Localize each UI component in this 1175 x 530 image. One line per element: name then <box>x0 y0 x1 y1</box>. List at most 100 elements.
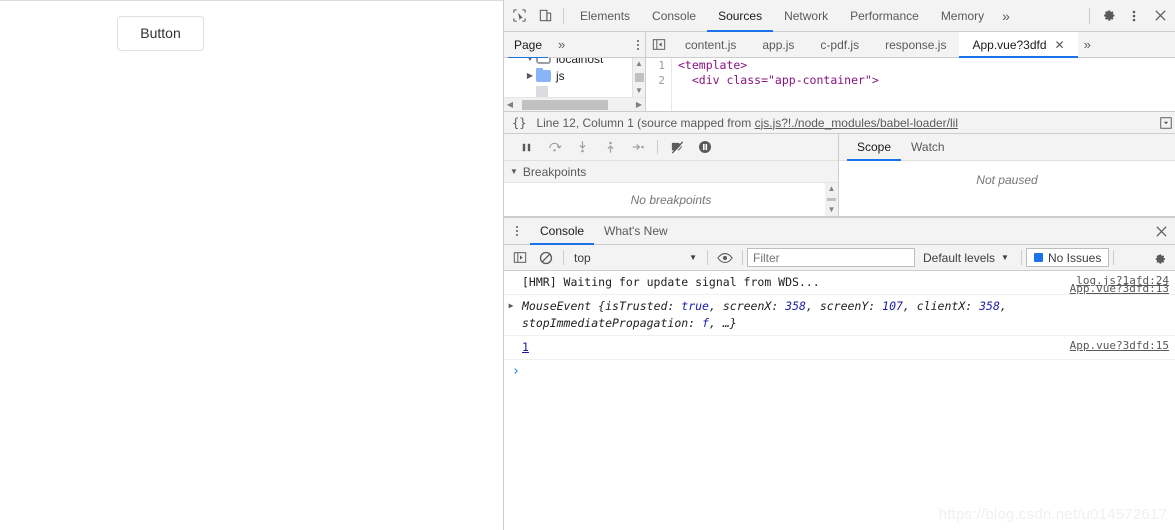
console-sidebar-icon[interactable] <box>507 247 533 269</box>
debugger-divider <box>657 140 658 154</box>
console-prompt-row[interactable]: › <box>504 360 1175 383</box>
scrollbar-thumb[interactable] <box>827 198 836 201</box>
code-line: <div class="app-container"> <box>678 73 879 87</box>
close-icon[interactable]: ✕ <box>1055 38 1065 52</box>
editor-tab-response-js[interactable]: response.js <box>872 32 959 57</box>
navigator-tab-page[interactable]: Page <box>507 38 549 59</box>
debugger-area: ▼ Breakpoints No breakpoints ▲ ▼ Scope W… <box>504 134 1175 217</box>
breakpoints-scrollbar[interactable]: ▲ ▼ <box>825 183 838 216</box>
console-message-source-link[interactable]: App.vue?3dfd:13 <box>1070 282 1169 295</box>
console-log-levels-select[interactable]: Default levels ▼ <box>915 251 1017 265</box>
issues-button[interactable]: No Issues <box>1025 248 1110 267</box>
tab-watch[interactable]: Watch <box>901 134 955 160</box>
gear-icon[interactable] <box>1095 3 1121 29</box>
console-message-object: MouseEvent {isTrusted: true, screenX: 35… <box>522 299 1007 330</box>
clear-console-icon[interactable] <box>533 247 559 269</box>
scope-watch-tabs: Scope Watch <box>839 134 1175 161</box>
breakpoints-empty-message: No breakpoints <box>630 192 712 207</box>
editor-tab-c-pdf-js[interactable]: c-pdf.js <box>807 32 872 57</box>
deactivate-breakpoints-icon[interactable] <box>663 136 691 158</box>
pretty-print-icon[interactable]: {} <box>512 116 526 130</box>
page-button[interactable]: Button <box>117 16 204 51</box>
tab-scope[interactable]: Scope <box>847 134 902 161</box>
gear-icon[interactable] <box>1146 247 1172 269</box>
tab-memory[interactable]: Memory <box>930 0 995 31</box>
console-prompt-caret-icon: › <box>512 364 520 379</box>
screenshot-root: Button Elements Console Sources Network … <box>0 0 1175 530</box>
breakpoints-section-header[interactable]: ▼ Breakpoints <box>504 161 838 183</box>
step-icon[interactable] <box>624 136 652 158</box>
close-icon[interactable] <box>1147 3 1173 29</box>
expand-arrow-icon[interactable]: ▶ <box>504 298 518 310</box>
console-toolbar-divider <box>563 250 564 265</box>
console-toolbar-divider-3 <box>742 250 743 265</box>
step-out-icon[interactable] <box>596 136 624 158</box>
editor-tabs-overflow-chevron-icon[interactable]: » <box>1078 32 1097 57</box>
devtools-panel: Elements Console Sources Network Perform… <box>503 0 1175 530</box>
device-toolbar-icon[interactable] <box>532 3 558 29</box>
tab-performance[interactable]: Performance <box>839 0 930 31</box>
code-content: <template> <div class="app-container"> <box>672 58 1175 111</box>
sources-panel: Page » ▼ localhost ▶ js ▲ ▼ ◀ ▶ content.… <box>504 32 1175 111</box>
devtools-drawer: Console What's New top ▼ Filter Default … <box>504 217 1175 530</box>
hscroll-thumb[interactable] <box>522 100 608 110</box>
tab-sources[interactable]: Sources <box>707 0 774 32</box>
prop-value: 358 <box>979 299 1000 313</box>
tab-overflow-chevron-icon[interactable]: » <box>995 0 1017 31</box>
drawer-tab-console[interactable]: Console <box>530 218 595 245</box>
inspect-element-icon[interactable] <box>506 3 532 29</box>
step-over-icon[interactable] <box>540 136 568 158</box>
show-navigator-icon[interactable] <box>646 32 672 57</box>
console-toolbar: top ▼ Default levels ▼ <box>504 245 1175 271</box>
navigator-overflow-chevron-icon[interactable]: » <box>558 37 565 52</box>
tree-item-partial[interactable] <box>504 84 645 97</box>
console-message-number[interactable]: 1 App.vue?3dfd:15 <box>504 336 1175 360</box>
debugger-toolbar <box>504 134 838 161</box>
editor-tab-content-js[interactable]: content.js <box>672 32 749 57</box>
navigator-kebab-menu-icon[interactable] <box>637 39 639 50</box>
editor-tab-app-js[interactable]: app.js <box>749 32 807 57</box>
devtools-main-toolbar: Elements Console Sources Network Perform… <box>504 0 1175 32</box>
tree-item-localhost[interactable]: ▼ localhost <box>504 58 645 67</box>
scroll-left-arrow-icon[interactable]: ◀ <box>504 100 516 109</box>
pause-script-icon[interactable] <box>512 136 540 158</box>
close-icon[interactable] <box>1147 218 1175 244</box>
kebab-menu-icon[interactable] <box>1121 3 1147 29</box>
code-editor-view[interactable]: 1 2 <template> <div class="app-container… <box>646 58 1175 111</box>
console-message-mouseevent[interactable]: ▶ MouseEvent {isTrusted: true, screenX: … <box>504 282 1175 336</box>
drawer-kebab-menu-icon[interactable] <box>504 218 530 244</box>
scrollbar-thumb[interactable] <box>634 73 644 82</box>
file-tree-horizontal-scrollbar[interactable]: ◀ ▶ <box>504 97 645 111</box>
prop-key: stopImmediatePropagation <box>522 316 689 330</box>
step-into-icon[interactable] <box>568 136 596 158</box>
tab-elements[interactable]: Elements <box>569 0 641 31</box>
scroll-up-arrow-icon[interactable]: ▲ <box>635 58 643 70</box>
browser-page-viewport: Button <box>0 0 503 530</box>
hscroll-track[interactable] <box>516 98 633 111</box>
tree-item-js[interactable]: ▶ js <box>504 67 645 84</box>
scroll-up-arrow-icon[interactable]: ▲ <box>828 183 836 195</box>
scroll-right-arrow-icon[interactable]: ▶ <box>633 100 645 109</box>
domain-icon <box>536 58 551 64</box>
pause-on-exceptions-icon[interactable] <box>691 136 719 158</box>
line-number: 2 <box>658 74 665 87</box>
console-message-source-link[interactable]: App.vue?3dfd:15 <box>1070 339 1169 352</box>
source-map-link[interactable]: cjs.js?!./node_modules/babel-loader/lil <box>755 116 958 130</box>
sources-navigator: Page » ▼ localhost ▶ js ▲ ▼ ◀ ▶ <box>504 32 646 111</box>
chevron-down-icon: ▼ <box>689 253 697 262</box>
object-tail: …} <box>722 316 737 330</box>
console-filter-input[interactable] <box>747 248 915 267</box>
tree-item-label: js <box>556 68 565 83</box>
scroll-down-arrow-icon[interactable]: ▼ <box>635 85 643 97</box>
toolbar-divider <box>563 7 564 24</box>
scroll-down-arrow-icon[interactable]: ▼ <box>828 204 836 216</box>
tab-network[interactable]: Network <box>773 0 839 31</box>
file-tree-vertical-scrollbar[interactable]: ▲ ▼ <box>632 58 645 97</box>
drawer-tab-whats-new[interactable]: What's New <box>594 218 678 244</box>
editor-tab-app-vue[interactable]: App.vue?3dfd ✕ <box>959 32 1078 58</box>
console-context-select[interactable]: top ▼ <box>568 251 703 265</box>
chevron-right-icon: ▶ <box>526 71 534 80</box>
tab-console[interactable]: Console <box>641 0 707 31</box>
live-expression-icon[interactable] <box>712 247 738 269</box>
issues-label: No Issues <box>1047 250 1102 265</box>
